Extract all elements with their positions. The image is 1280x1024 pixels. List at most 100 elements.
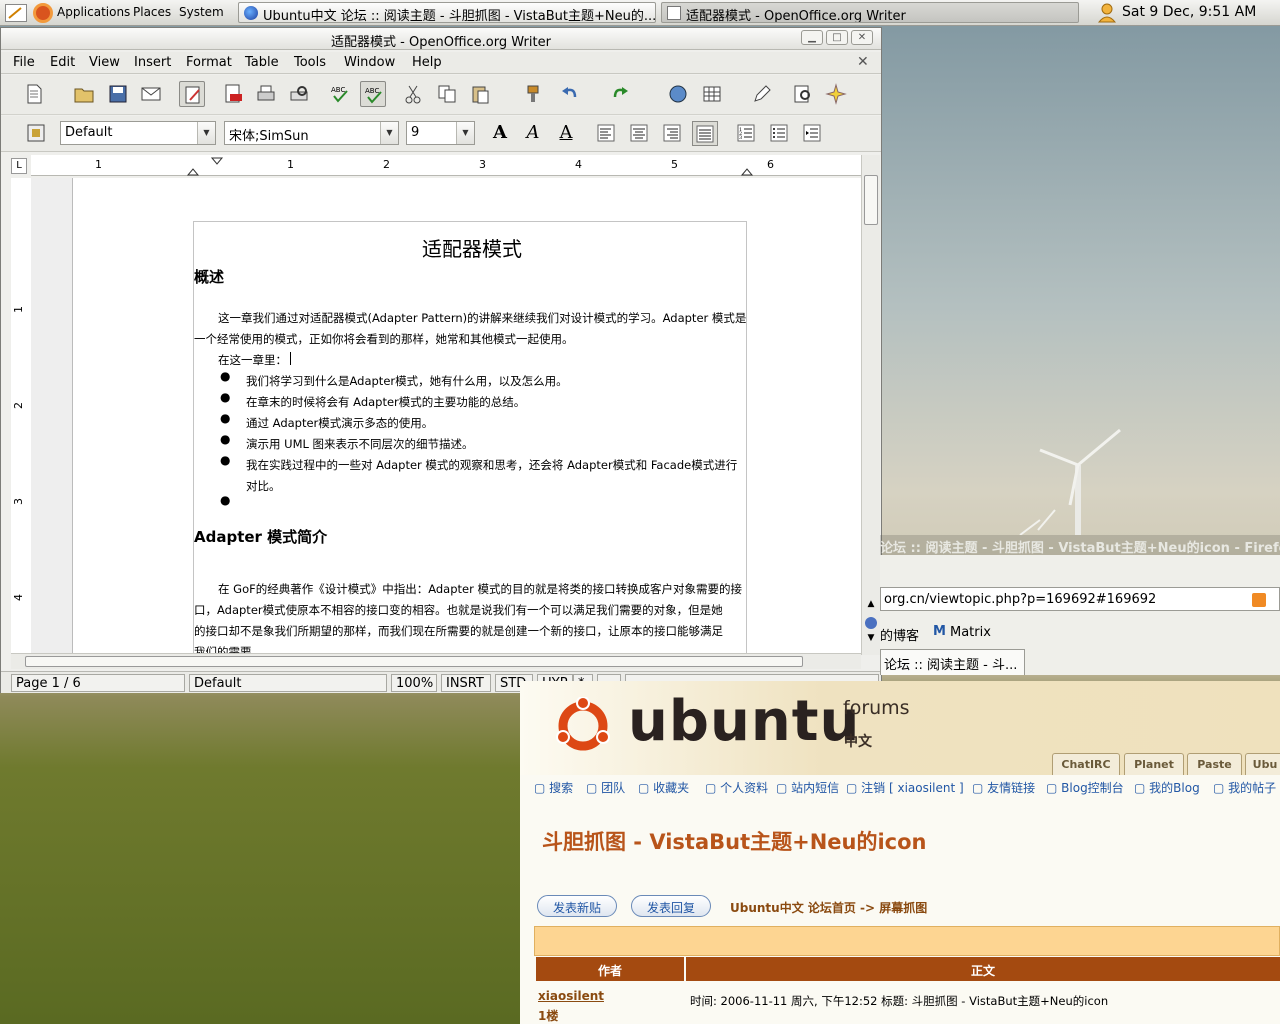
taskbar-writer[interactable]: 适配器模式 - OpenOffice.org Writer [661,2,1079,23]
align-right-icon[interactable] [659,121,685,146]
cut-icon[interactable] [400,81,426,107]
nav-my-posts[interactable]: ▢ 我的帖子 [1213,779,1276,796]
styles-formatting-icon[interactable] [23,120,49,146]
open-folder-icon[interactable] [71,81,97,107]
clock[interactable]: Sat 9 Dec, 9:51 AM [1122,4,1256,20]
horizontal-ruler[interactable]: 1 1 2 3 4 5 6 [31,155,861,176]
hyperlink-icon[interactable] [665,81,691,107]
bold-button[interactable]: A [487,121,513,146]
show-draw-functions-icon[interactable] [749,81,775,107]
justify-icon[interactable] [692,121,718,146]
font-name-select[interactable]: 宋体;SimSun ▼ [224,121,399,145]
bookmark-blog[interactable]: 的博客 [880,625,919,644]
nav-blog-console[interactable]: ▢ Blog控制台 [1046,779,1124,796]
user-icon[interactable] [1097,2,1117,23]
vertical-ruler[interactable]: 1 2 3 4 [11,178,31,653]
nav-team[interactable]: ▢ 团队 [586,779,625,796]
print-preview-icon[interactable] [286,81,312,107]
topic-title[interactable]: 斗胆抓图 - VistaBut主题+Neu的icon [542,826,927,856]
post-author[interactable]: xiaosilent [538,989,604,1003]
menu-file[interactable]: File [13,55,35,70]
redo-icon[interactable] [607,81,633,107]
print-icon[interactable] [253,81,279,107]
browser-tab[interactable]: 论坛 :: 阅读主题 - 斗... [880,649,1025,675]
autospellcheck-icon[interactable]: ABC [360,81,386,107]
italic-button[interactable]: A [520,121,546,146]
paste-icon[interactable] [467,81,493,107]
menu-format[interactable]: Format [186,55,232,70]
menu-window[interactable]: Window [344,55,395,70]
doc-paragraph: 这一章我们通过对适配器模式(Adapter Pattern)的讲解来继续我们对设… [218,311,747,325]
chevron-down-icon[interactable]: ▼ [380,122,398,144]
decrease-indent-icon[interactable] [799,121,825,146]
chevron-down-icon[interactable]: ▼ [456,122,474,144]
forum-nav: ▢ 搜索 ▢ 团队 ▢ 收藏夹 ▢ 个人资料 ▢ 站内短信 ▢ 注销 [ xia… [520,775,1280,797]
bookmark-matrix[interactable]: Matrix [950,625,991,640]
maximize-button[interactable]: □ [826,30,848,45]
numbering-icon[interactable]: 123 [733,121,759,146]
nav-favorites[interactable]: ▢ 收藏夹 [638,779,689,796]
scroll-thumb[interactable] [864,175,878,225]
new-document-icon[interactable] [21,81,47,107]
menu-edit[interactable]: Edit [50,55,75,70]
undo-icon[interactable] [557,81,583,107]
copy-icon[interactable] [434,81,460,107]
list-item: 通过 Adapter模式演示多态的使用。 [246,416,434,430]
menu-table[interactable]: Table [245,55,279,70]
places-menu[interactable]: Places [133,5,171,19]
url-bar[interactable]: org.cn/viewtopic.php?p=169692#169692 [880,587,1280,611]
insert-mode[interactable]: INSRT [441,674,491,692]
tab-chatirc[interactable]: ChatIRC [1052,753,1120,775]
find-replace-icon[interactable] [790,81,816,107]
clone-formatting-icon[interactable] [520,81,546,107]
nav-profile[interactable]: ▢ 个人资料 [705,779,768,796]
breadcrumb[interactable]: Ubuntu中文 论坛首页 -> 屏幕抓图 [730,899,927,916]
bullets-icon[interactable] [766,121,792,146]
new-topic-button[interactable]: 发表新贴 [537,895,617,917]
tab-type-toggle[interactable]: L [11,158,27,174]
paragraph-style-select[interactable]: Default ▼ [60,121,216,145]
nav-search[interactable]: ▢ 搜索 [534,779,573,796]
firefox-title: 论坛 :: 阅读主题 - 斗胆抓图 - VistaBut主题+Neu的icon … [880,541,1280,555]
menu-insert[interactable]: Insert [134,55,171,70]
text-editor-launcher-icon[interactable] [5,4,27,22]
nav-my-blog[interactable]: ▢ 我的Blog [1134,779,1200,796]
export-pdf-icon[interactable] [220,81,246,107]
text-cursor [290,352,291,365]
ubuntu-logo-icon[interactable] [33,3,53,23]
nav-logout[interactable]: ▢ 注销 [ xiaosilent ] [846,779,964,796]
edit-mode-icon[interactable] [179,81,205,107]
underline-button[interactable]: A [553,121,579,146]
top-panel: Applications Places System Ubuntu中文 论坛 :… [0,0,1280,26]
zoom-level[interactable]: 100% [391,674,437,692]
menu-help[interactable]: Help [412,55,442,70]
tab-paste[interactable]: Paste [1187,753,1242,775]
tab-planet[interactable]: Planet [1124,753,1184,775]
navigator-icon[interactable] [823,81,849,107]
menu-tools[interactable]: Tools [294,55,326,70]
table-icon[interactable] [699,81,725,107]
font-size-select[interactable]: 9 ▼ [406,121,475,145]
spellcheck-icon[interactable]: ABC [327,81,353,107]
tab-ubuntu[interactable]: Ubu [1245,753,1280,775]
close-button[interactable]: ✕ [851,30,873,45]
page-indicator[interactable]: Page 1 / 6 [11,674,185,692]
save-icon[interactable] [105,81,131,107]
post-table-header-bar [534,926,1280,956]
align-left-icon[interactable] [593,121,619,146]
close-document-icon[interactable]: ✕ [857,54,869,70]
taskbar-firefox[interactable]: Ubuntu中文 论坛 :: 阅读主题 - 斗胆抓图 - VistaBut主题+… [238,2,656,23]
rss-feed-icon[interactable] [1252,593,1266,607]
page-style[interactable]: Default [189,674,387,692]
nav-messages[interactable]: ▢ 站内短信 [776,779,839,796]
reply-button[interactable]: 发表回复 [631,895,711,917]
email-icon[interactable] [138,81,164,107]
chevron-down-icon[interactable]: ▼ [197,122,215,144]
minimize-button[interactable]: ▁ [801,30,823,45]
menu-view[interactable]: View [89,55,120,70]
applications-menu[interactable]: Applications [57,5,130,19]
align-center-icon[interactable] [626,121,652,146]
writer-titlebar[interactable]: 适配器模式 - OpenOffice.org Writer [1,28,881,50]
system-menu[interactable]: System [179,5,224,19]
nav-links[interactable]: ▢ 友情链接 [972,779,1035,796]
